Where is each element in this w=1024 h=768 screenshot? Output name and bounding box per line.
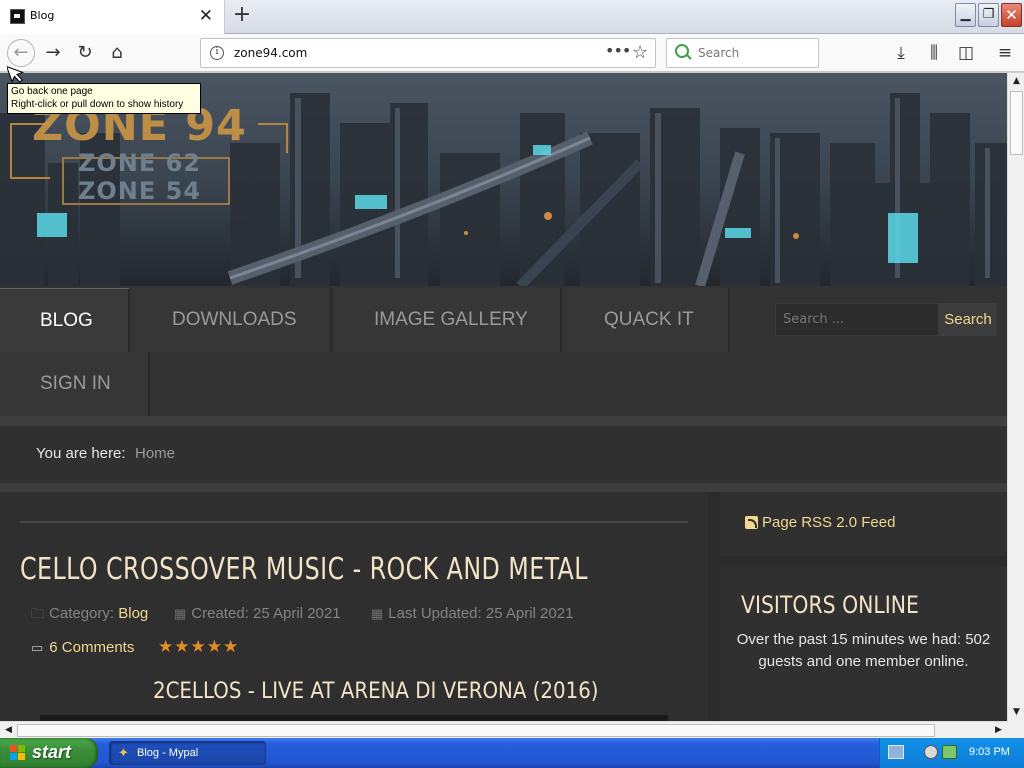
restore-window-button[interactable]: ❐ <box>978 3 999 27</box>
article-updated: ▦ Last Updated: 25 April 2021 <box>371 605 573 622</box>
sidebar-toggle-icon[interactable]: ◫ <box>955 42 977 64</box>
scroll-down-icon[interactable]: ▼ <box>1008 704 1024 721</box>
logo-zone-54: ZONE 54 <box>78 177 202 205</box>
rss-feed-link[interactable]: Page RSS 2.0 Feed <box>762 514 895 531</box>
folder-icon: 🗀 <box>31 606 45 621</box>
minimize-window-button[interactable]: ▁ <box>955 3 976 27</box>
nav-item-image-gallery[interactable]: IMAGE GALLERY <box>334 288 562 352</box>
mouse-cursor-icon <box>7 65 25 83</box>
logo-frame-right <box>258 123 288 153</box>
calendar-icon: ▦ <box>174 606 187 621</box>
comments-link[interactable]: ▭ 6 Comments <box>31 639 134 656</box>
logo-zone-62: ZONE 62 <box>78 149 202 177</box>
nav-item-quack-it[interactable]: QUACK IT <box>564 288 730 352</box>
keyboard-icon[interactable] <box>888 745 904 759</box>
video-title: 2CELLOS - LIVE AT ARENA DI VERONA (2016) <box>153 679 599 704</box>
clock[interactable]: 9:03 PM <box>969 746 1010 758</box>
close-window-button[interactable]: ✕ <box>1001 3 1022 27</box>
start-label: start <box>32 742 72 762</box>
menu-hamburger-icon[interactable]: ≡ <box>994 42 1016 64</box>
taskbar-item-label: Blog - Mypal <box>137 747 199 759</box>
tab-title: Blog <box>30 9 55 22</box>
site-search-placeholder: Search ... <box>783 312 845 327</box>
breadcrumb-home: Home <box>135 445 176 462</box>
visitors-title: VISITORS ONLINE <box>741 591 919 619</box>
tooltip-line-2: Right-click or pull down to show history <box>11 99 184 110</box>
network-icon[interactable] <box>942 745 957 759</box>
windows-taskbar: start ✦ Blog - Mypal 9:03 PM <box>0 738 1024 768</box>
nav-item-blog[interactable]: BLOG <box>0 288 130 352</box>
site-info-icon[interactable]: i <box>210 46 224 60</box>
visitors-module: VISITORS ONLINE Over the past 15 minutes… <box>720 567 1007 721</box>
horizontal-scrollbar[interactable]: ◀ ▶ <box>0 721 1007 738</box>
comments-count[interactable]: 6 Comments <box>49 639 134 656</box>
address-bar[interactable]: i zone94.com ••• ☆ <box>200 38 656 68</box>
category-link[interactable]: Blog <box>118 605 148 622</box>
created-date: Created: 25 April 2021 <box>191 605 341 622</box>
reload-button[interactable]: ↻ <box>72 40 98 66</box>
category-label: Category: <box>49 605 115 622</box>
search-icon <box>675 44 689 58</box>
site-favicon-icon <box>10 9 25 24</box>
tab-bar: Blog ✕ + ▁ ❐ ✕ <box>0 0 1024 34</box>
navigation-toolbar: ← → ↻ ⌂ i zone94.com ••• ☆ Search ⤓ ⫼ ◫ … <box>0 34 1024 72</box>
scrollbar-corner <box>1007 721 1024 738</box>
downloads-icon[interactable]: ⤓ <box>890 42 912 64</box>
star-icon[interactable]: ★ <box>191 637 207 657</box>
new-tab-button[interactable]: + <box>231 3 253 27</box>
nav-item-downloads[interactable]: DOWNLOADS <box>132 288 332 352</box>
updated-date: Last Updated: 25 April 2021 <box>388 605 574 622</box>
breadcrumb: You are here: Home <box>0 426 1007 483</box>
search-placeholder: Search <box>698 46 740 60</box>
scroll-right-icon[interactable]: ▶ <box>990 722 1007 739</box>
system-tray: 9:03 PM <box>879 738 1024 768</box>
vertical-scroll-thumb[interactable] <box>1010 91 1023 155</box>
rating-stars[interactable]: ★★★★★ <box>158 637 239 657</box>
browser-app-icon: ✦ <box>118 746 129 761</box>
calendar-icon: ▦ <box>371 606 384 621</box>
windows-logo-icon <box>10 745 26 761</box>
browser-tab[interactable]: Blog ✕ <box>0 0 225 34</box>
star-icon[interactable]: ★ <box>207 637 223 657</box>
star-icon[interactable]: ★ <box>158 637 174 657</box>
close-tab-icon[interactable]: ✕ <box>199 5 213 27</box>
forward-button[interactable]: → <box>40 40 66 66</box>
page-viewport: ZONE 94 ZONE 62 ZONE 54 BLOG DOWNLOADS I… <box>0 73 1007 721</box>
start-button[interactable]: start <box>0 738 98 768</box>
vertical-scrollbar[interactable]: ▲ ▼ <box>1007 73 1024 721</box>
site-search-input[interactable]: Search ... <box>775 303 939 336</box>
taskbar-item-browser[interactable]: ✦ Blog - Mypal <box>109 741 266 765</box>
article-rule <box>20 521 688 523</box>
home-button[interactable]: ⌂ <box>104 40 130 66</box>
tooltip-line-1: Go back one page <box>11 86 93 97</box>
rss-module: Page RSS 2.0 Feed <box>720 492 1007 556</box>
nav-item-sign-in[interactable]: SIGN IN <box>0 352 150 416</box>
article-category: 🗀 Category: Blog <box>31 605 148 627</box>
page-actions-icon[interactable]: ••• <box>605 41 631 60</box>
scroll-left-icon[interactable]: ◀ <box>0 722 17 739</box>
horizontal-scroll-thumb[interactable] <box>17 724 935 737</box>
bookmark-star-icon[interactable]: ☆ <box>632 42 648 63</box>
main-navigation: BLOG DOWNLOADS IMAGE GALLERY QUACK IT SI… <box>0 286 1007 426</box>
site-search-button[interactable]: Search <box>939 303 997 336</box>
visitors-text: Over the past 15 minutes we had: 502 gue… <box>736 631 991 670</box>
article-created: ▦ Created: 25 April 2021 <box>174 605 341 622</box>
tray-status-icon[interactable] <box>924 745 938 759</box>
back-button-tooltip: Go back one page Right-click or pull dow… <box>7 83 201 114</box>
browser-search-input[interactable]: Search <box>666 38 819 68</box>
star-icon[interactable]: ★ <box>223 637 239 657</box>
star-icon[interactable]: ★ <box>174 637 190 657</box>
scroll-up-icon[interactable]: ▲ <box>1008 73 1024 90</box>
library-icon[interactable]: ⫼ <box>923 42 945 64</box>
url-text[interactable]: zone94.com <box>234 46 307 60</box>
article: CELLO CROSSOVER MUSIC - ROCK AND METAL 🗀… <box>0 492 708 721</box>
menu-divider <box>0 416 1007 426</box>
article-title[interactable]: CELLO CROSSOVER MUSIC - ROCK AND METAL <box>20 552 588 587</box>
breadcrumb-divider <box>0 483 1007 492</box>
rss-icon <box>745 516 758 529</box>
comment-icon: ▭ <box>31 640 44 655</box>
breadcrumb-label: You are here: <box>36 445 126 462</box>
